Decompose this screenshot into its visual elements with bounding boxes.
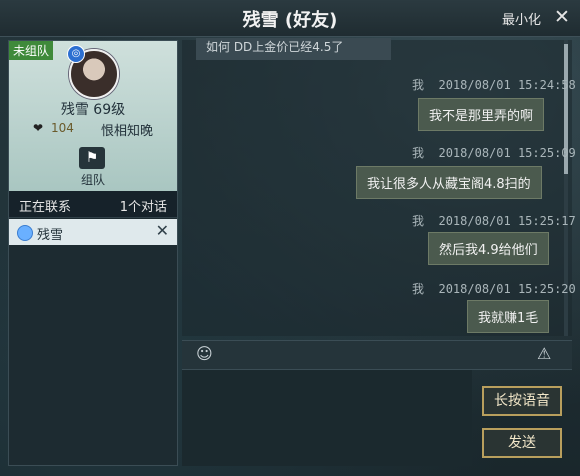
team-status-tag: 未组队	[9, 41, 54, 60]
contact-item[interactable]: 残雪 ✕	[9, 219, 177, 245]
message-bubble: 然后我4.9给他们	[428, 232, 549, 265]
player-name-level: 残雪 69级	[60, 102, 126, 118]
warning-icon[interactable]: ⚠	[537, 344, 551, 363]
minimize-button[interactable]: 最小化	[502, 9, 541, 28]
window-title: 残雪 (好友)	[242, 10, 338, 31]
close-conversation-icon[interactable]: ✕	[156, 221, 169, 240]
relation-title: 恨相知晚	[101, 124, 154, 139]
message-meta: 我 2018/08/01 15:25:20	[412, 282, 576, 296]
contacting-label: 正在联系	[19, 200, 72, 215]
title-bar: 残雪 (好友)	[0, 0, 580, 37]
contact-header: 正在联系 1个对话	[9, 191, 177, 218]
school-badge-icon: ◎	[67, 45, 85, 63]
message-bubble: 我就赚1毛	[467, 300, 550, 333]
online-status-icon	[17, 225, 33, 241]
message-meta: 我 2018/08/01 15:25:17	[412, 214, 576, 228]
conversation-count: 1个对话	[119, 200, 167, 215]
favor-value: 104	[51, 121, 74, 135]
send-button[interactable]: 发送	[482, 428, 562, 458]
message-meta: 我 2018/08/01 15:24:58	[412, 78, 576, 92]
voice-button[interactable]: 长按语音	[482, 386, 562, 416]
input-toolbar	[182, 340, 572, 370]
message-input[interactable]	[182, 370, 472, 466]
team-button[interactable]: 组队	[9, 171, 177, 188]
message-bubble: 我让很多人从藏宝阁4.8扫的	[356, 166, 542, 199]
friend-panel: 未组队 ◎ 残雪 69级 ❤ 104 恨相知晚 ⚑ 组队 正在联系 1个对话 残…	[8, 40, 178, 466]
message-meta: 我 2018/08/01 15:25:09	[412, 146, 576, 160]
close-icon[interactable]: ✕	[554, 6, 570, 28]
partial-message: 如何 DD上金价已经4.5了	[196, 38, 391, 60]
smile-icon[interactable]: ☺	[196, 344, 213, 363]
profile-card: 未组队 ◎ 残雪 69级 ❤ 104 恨相知晚 ⚑ 组队	[9, 41, 177, 191]
team-flag-icon[interactable]: ⚑	[79, 147, 105, 169]
heart-icon: ❤	[33, 121, 44, 135]
message-bubble: 我不是那里弄的啊	[418, 98, 545, 131]
contact-name: 残雪	[37, 228, 64, 243]
